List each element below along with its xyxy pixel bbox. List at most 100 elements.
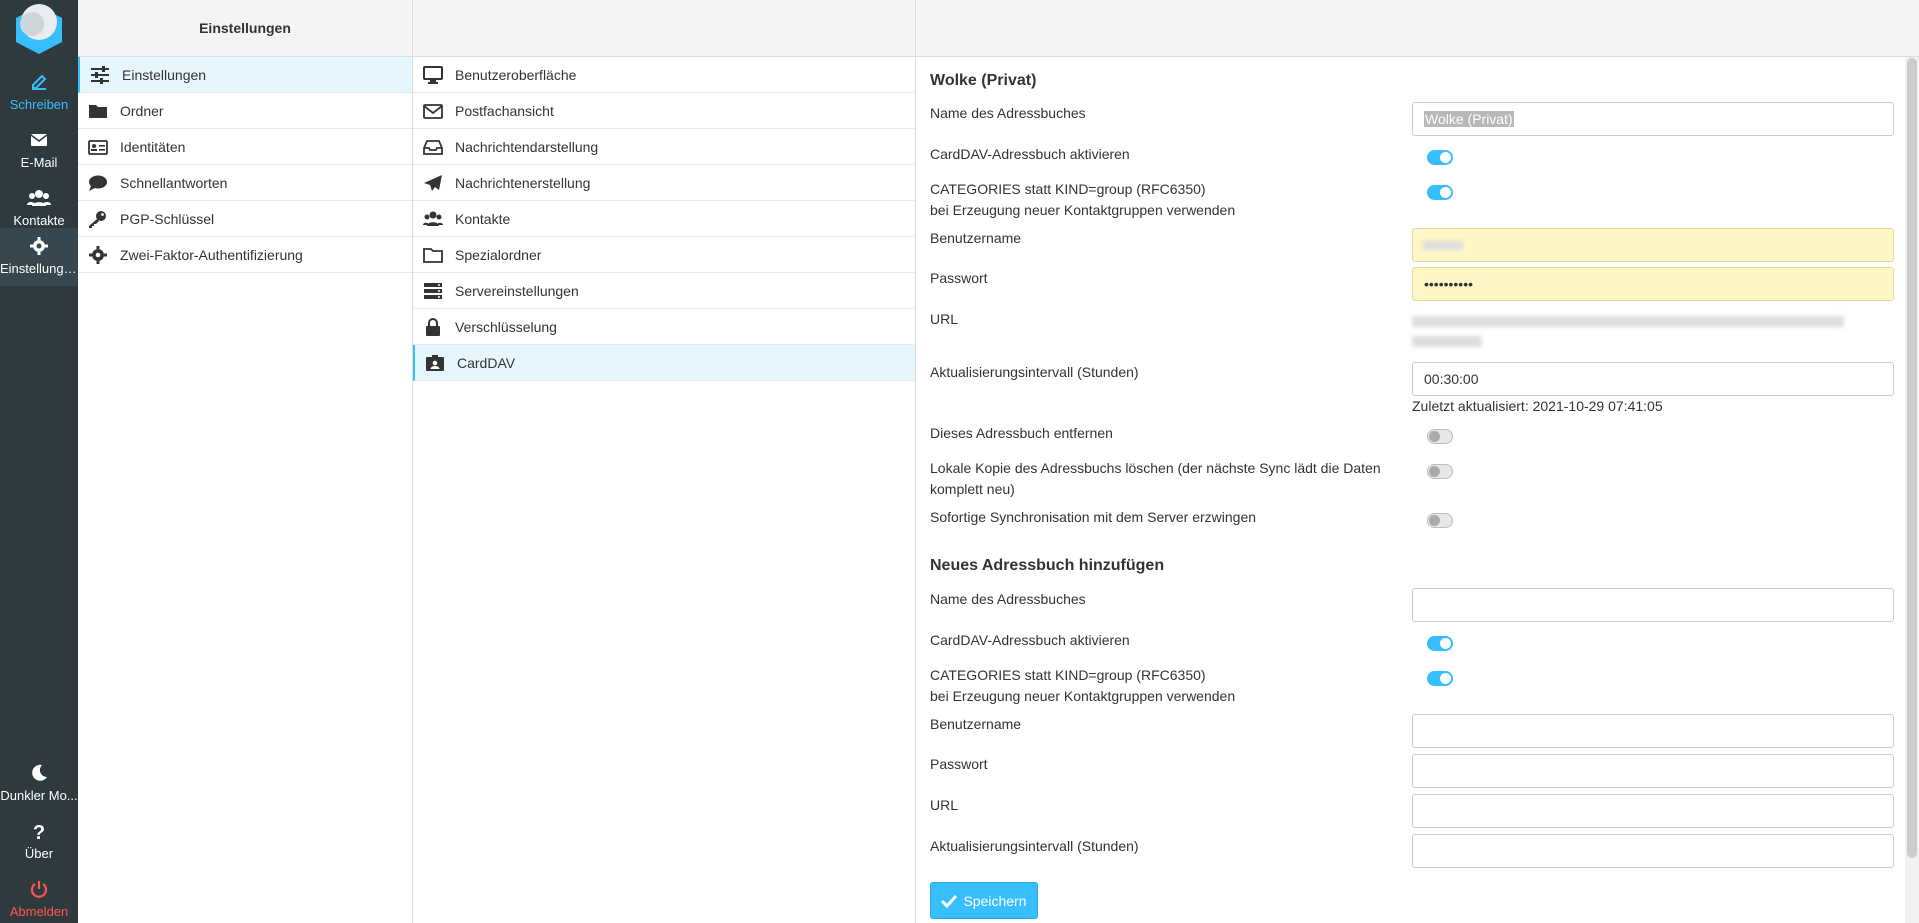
darkmode-button[interactable]: Dunkler Mo... xyxy=(0,755,78,813)
addressbook-interval-label: Aktualisierungsintervall (Stunden) xyxy=(930,364,1139,380)
section-item-mailbox[interactable]: Postfachansicht xyxy=(413,93,915,129)
section-item-label: Spezialordner xyxy=(455,246,542,263)
addressbook-name-input[interactable]: Wolke (Privat) xyxy=(1412,102,1894,136)
compose-label: Schreiben xyxy=(9,97,69,112)
settings-item-label: Ordner xyxy=(120,102,164,119)
redacted-username xyxy=(1423,241,1463,250)
new-name-input[interactable] xyxy=(1412,588,1894,622)
save-label: Speichern xyxy=(963,892,1027,909)
new-password-label: Passwort xyxy=(930,756,988,772)
envelope-icon xyxy=(0,130,78,154)
moon-icon xyxy=(0,763,78,787)
lock-icon xyxy=(426,317,440,336)
section-item-contacts[interactable]: Kontakte xyxy=(413,201,915,237)
addressbook-password-label: Passwort xyxy=(930,270,988,286)
settings-item-folders[interactable]: Ordner xyxy=(78,93,412,129)
addressbook-clear-toggle[interactable] xyxy=(1427,464,1453,479)
key-icon xyxy=(89,210,106,228)
settings-item-identities[interactable]: Identitäten xyxy=(78,129,412,165)
section-item-carddav[interactable]: CardDAV xyxy=(413,345,915,381)
mail-label: E-Mail xyxy=(20,155,58,170)
section-item-message-display[interactable]: Nachrichtendarstellung xyxy=(413,129,915,165)
settings-item-preferences[interactable]: Einstellungen xyxy=(78,57,412,93)
sections-list: Benutzeroberfläche Postfachansicht Nachr… xyxy=(413,0,916,923)
addressbook-activate-toggle[interactable] xyxy=(1427,150,1453,165)
settings-item-label: Zwei-Faktor-Authentifizierung xyxy=(120,246,303,263)
compose-button[interactable]: Schreiben xyxy=(0,64,78,122)
about-label: Über xyxy=(24,846,54,861)
section-item-label: CardDAV xyxy=(457,354,516,371)
folder-open-icon xyxy=(423,247,443,263)
addressbook-activate-label: CardDAV-Adressbuch aktivieren xyxy=(930,146,1130,162)
new-categories-label-2: bei Erzeugung neuer Kontaktgruppen verwe… xyxy=(930,688,1236,704)
sliders-icon xyxy=(91,65,109,84)
gear-icon xyxy=(89,245,107,264)
section-item-label: Servereinstellungen xyxy=(455,282,579,299)
address-card-icon xyxy=(426,354,444,371)
addressbook-interval-input[interactable]: 00:30:00 xyxy=(1412,362,1894,396)
compose-icon xyxy=(0,72,78,96)
addressbook-password-input[interactable]: •••••••••• xyxy=(1412,267,1894,301)
users-icon xyxy=(0,188,78,212)
addressbook-name-label: Name des Adressbuches xyxy=(930,105,1086,121)
settings-item-pgp[interactable]: PGP-Schlüssel xyxy=(78,201,412,237)
addressbook-clear-label-1: Lokale Kopie des Adressbuchs löschen (de… xyxy=(930,460,1381,476)
addressbook-remove-toggle[interactable] xyxy=(1427,429,1453,444)
settings-button[interactable]: Einstellungen xyxy=(0,228,78,286)
save-button[interactable]: Speichern xyxy=(930,882,1038,919)
section-item-ui[interactable]: Benutzeroberfläche xyxy=(413,57,915,93)
settings-item-responses[interactable]: Schnellantworten xyxy=(78,165,412,201)
section-item-special-folders[interactable]: Spezialordner xyxy=(413,237,915,273)
new-categories-toggle[interactable] xyxy=(1427,671,1453,686)
section-item-label: Kontakte xyxy=(455,210,511,227)
settings-item-label: PGP-Schlüssel xyxy=(120,210,215,227)
addressbook-sync-toggle[interactable] xyxy=(1427,513,1453,528)
section-item-label: Postfachansicht xyxy=(455,102,554,119)
redacted-url-2 xyxy=(1412,336,1482,347)
new-url-label: URL xyxy=(930,797,959,813)
about-button[interactable]: ? Über xyxy=(0,813,78,871)
redacted-url xyxy=(1412,316,1844,327)
settings-item-label: Schnellantworten xyxy=(120,174,228,191)
monitor-icon xyxy=(423,65,443,84)
content-topbar xyxy=(916,0,1919,57)
darkmode-label: Dunkler Mo... xyxy=(0,788,78,803)
section-item-server[interactable]: Servereinstellungen xyxy=(413,273,915,309)
new-password-input[interactable] xyxy=(1412,754,1894,788)
new-interval-input[interactable] xyxy=(1412,834,1894,868)
addressbook-categories-label-1: CATEGORIES statt KIND=group (RFC6350) xyxy=(930,181,1206,197)
new-activate-label: CardDAV-Adressbuch aktivieren xyxy=(930,632,1130,648)
envelope-icon xyxy=(423,103,443,119)
addressbook-remove-label: Dieses Adressbuch entfernen xyxy=(930,425,1113,441)
addressbook-categories-toggle[interactable] xyxy=(1427,185,1453,200)
addressbook-categories-label-2: bei Erzeugung neuer Kontaktgruppen verwe… xyxy=(930,202,1236,218)
logout-button[interactable]: Abmelden xyxy=(0,871,78,923)
new-activate-toggle[interactable] xyxy=(1427,636,1453,651)
new-addressbook-title: Neues Adressbuch hinzufügen xyxy=(930,557,1165,574)
new-username-label: Benutzername xyxy=(930,716,1022,732)
settings-item-2fa[interactable]: Zwei-Faktor-Authentifizierung xyxy=(78,237,412,273)
app-rail: Schreiben E-Mail Kontakte Einstellungen … xyxy=(0,0,78,923)
addressbook-sync-label: Sofortige Synchronisation mit dem Server… xyxy=(930,509,1257,525)
addressbook-name-value: Wolke (Privat) xyxy=(1424,111,1514,127)
content-panel: Wolke (Privat) Name des Adressbuches Wol… xyxy=(916,0,1919,923)
addressbook-username-input[interactable] xyxy=(1412,228,1894,262)
sections-list-header xyxy=(413,0,915,57)
folder-icon xyxy=(89,104,107,118)
addressbook-password-value: •••••••••• xyxy=(1424,276,1474,292)
new-username-input[interactable] xyxy=(1412,714,1894,748)
settings-list: Einstellungen Einstellungen Ordner Ident… xyxy=(78,0,413,923)
new-url-input[interactable] xyxy=(1412,794,1894,828)
section-item-label: Verschlüsselung xyxy=(455,318,557,335)
logo xyxy=(16,4,62,54)
scrollbar-thumb[interactable] xyxy=(1907,58,1917,858)
new-name-label: Name des Adressbuches xyxy=(930,591,1086,607)
section-item-compose[interactable]: Nachrichtenerstellung xyxy=(413,165,915,201)
addressbook-username-label: Benutzername xyxy=(930,230,1022,246)
mail-button[interactable]: E-Mail xyxy=(0,122,78,180)
addressbook-title: Wolke (Privat) xyxy=(930,72,1037,89)
section-item-encryption[interactable]: Verschlüsselung xyxy=(413,309,915,345)
inbox-icon xyxy=(423,139,443,155)
settings-item-label: Einstellungen xyxy=(122,66,207,83)
new-categories-label-1: CATEGORIES statt KIND=group (RFC6350) xyxy=(930,667,1206,683)
